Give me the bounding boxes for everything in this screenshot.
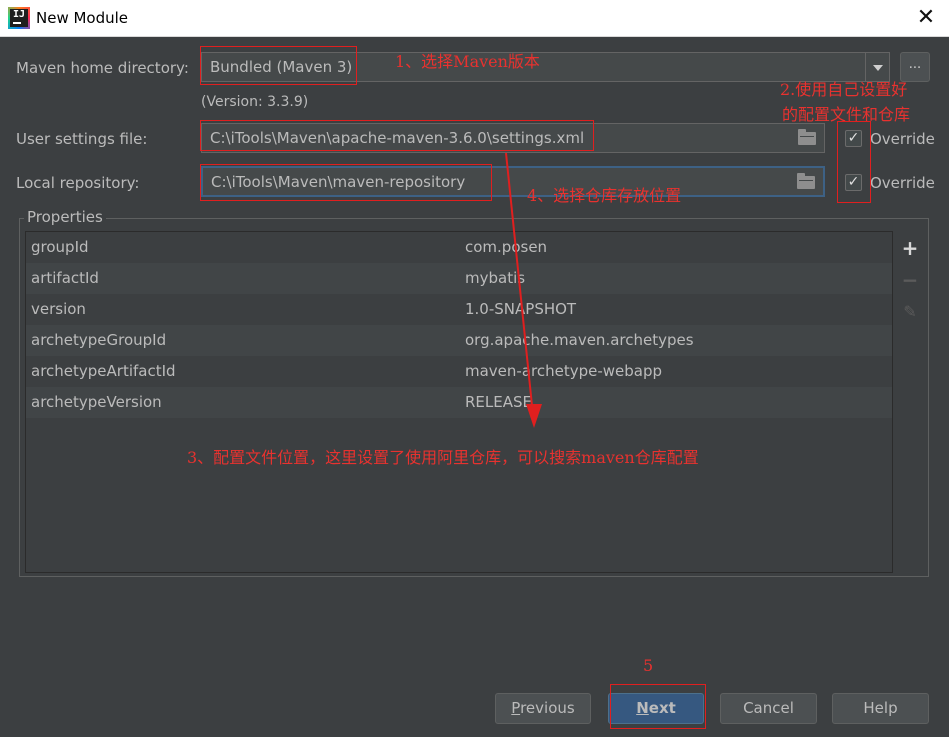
annotation-arrow (505, 152, 542, 428)
intellij-logo-icon: IJ (10, 9, 28, 27)
